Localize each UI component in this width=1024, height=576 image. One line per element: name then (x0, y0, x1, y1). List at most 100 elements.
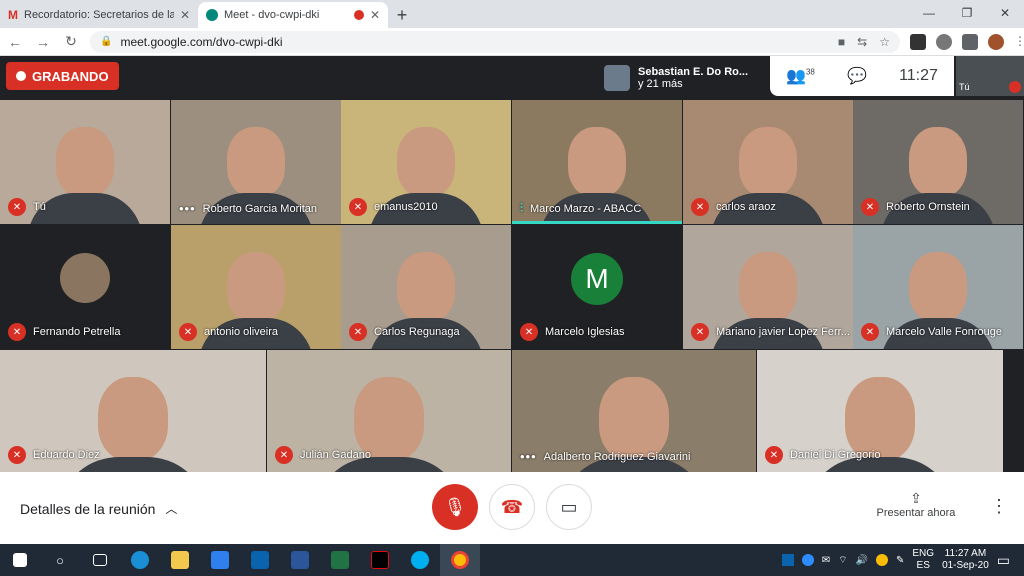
present-now-button[interactable]: ⇪ Presentar ahora (872, 490, 960, 519)
mic-off-icon: ✕ (691, 198, 709, 216)
puzzle-icon[interactable] (962, 33, 978, 50)
self-view[interactable]: Tú (956, 56, 1024, 96)
tab-meet[interactable]: Meet - dvo-cwpi-dki ✕ (198, 2, 388, 28)
windows-start-icon[interactable] (0, 544, 40, 576)
participant-tile[interactable]: ✕ emanus2010 (341, 100, 511, 224)
chrome-tray-icon[interactable] (876, 554, 888, 566)
network-icon[interactable]: ⌔ (838, 554, 847, 567)
participant-tile[interactable]: M ✕ Marcelo Iglesias (512, 225, 682, 349)
skype-icon[interactable] (400, 544, 440, 576)
translate-icon[interactable]: ⇆ (857, 35, 867, 49)
camera-toggle-button[interactable]: ▭ (546, 484, 592, 530)
volume-icon[interactable]: 🔊 (856, 555, 868, 566)
zoom-tray-icon[interactable] (801, 554, 814, 566)
participant-name: Carlos Regunaga (374, 326, 460, 338)
clock-date: 01-Sep-20 (942, 560, 989, 571)
language-indicator[interactable]: ENG ES (912, 548, 934, 572)
participant-tile[interactable]: ✕ Fernando Petrella (0, 225, 170, 349)
back-icon[interactable]: ← (6, 34, 24, 50)
mic-off-icon: ✕ (349, 323, 367, 341)
menu-icon[interactable]: ⋮ (1014, 34, 1024, 50)
present-label: Presentar ahora (876, 507, 956, 519)
forward-icon[interactable]: → (34, 34, 52, 50)
url-text: meet.google.com/dvo-cwpi-dki (120, 34, 283, 49)
tab-gmail[interactable]: M Recordatorio: Secretarios de la A ✕ (0, 2, 198, 28)
outlook-icon[interactable] (240, 544, 280, 576)
participant-tile[interactable]: ✕ Carlos Regunaga (341, 225, 511, 349)
participant-name: Marcelo Valle Fonrouge (886, 326, 1002, 338)
participant-tile[interactable]: ✕ Daniel Di Gregorio (757, 350, 1003, 472)
windows-taskbar: ○ ✉ ⌔ 🔊 ✎ ENG ES 11:27 AM 01-Sep-20 ▭ (0, 544, 1024, 576)
new-tab-button[interactable]: + (388, 2, 416, 28)
participant-face (227, 252, 285, 322)
hangup-icon: ☎ (500, 496, 524, 517)
presenter-chip[interactable]: Sebastian E. Do Ro... y 21 más (604, 60, 768, 96)
people-button[interactable]: 👥38 (786, 66, 815, 86)
file-explorer-icon[interactable] (160, 544, 200, 576)
participant-tile[interactable]: ••• Adalberto Rodriguez Giavarini (512, 350, 756, 472)
outlook-tray-icon[interactable] (781, 554, 794, 566)
edge-icon[interactable] (120, 544, 160, 576)
maximize-button[interactable]: ❐ (948, 0, 986, 26)
camera-icon[interactable]: ■ (838, 35, 845, 49)
participant-tile[interactable]: ✕ Mariano javier Lopez Ferr... (683, 225, 853, 349)
task-view-icon[interactable] (80, 544, 120, 576)
participant-tile[interactable]: ✕ Marcelo Valle Fonrouge (853, 225, 1023, 349)
close-window-button[interactable]: ✕ (986, 0, 1024, 26)
pen-icon[interactable]: ✎ (896, 555, 904, 566)
mic-off-icon: ✕ (691, 323, 709, 341)
search-icon[interactable]: ○ (40, 544, 80, 576)
taskbar-clock[interactable]: 11:27 AM 01-Sep-20 (942, 548, 989, 572)
video-camera-icon: ▭ (560, 496, 578, 517)
avatar[interactable] (988, 33, 1004, 50)
lock-icon[interactable]: 🔒 (100, 36, 112, 47)
participant-tile[interactable]: ✕ Julián Gadano (267, 350, 511, 472)
star-icon[interactable]: ☆ (879, 35, 890, 49)
participant-name: Mariano javier Lopez Ferr... (716, 326, 850, 338)
participant-tile[interactable]: ••• Roberto Garcia Moritan (171, 100, 341, 224)
participant-tile[interactable]: ✕ carlos araoz (683, 100, 853, 224)
participant-name-row: ✕ Mariano javier Lopez Ferr... (691, 323, 850, 341)
participant-name: Tú (33, 201, 46, 213)
mic-off-icon: ✕ (349, 198, 367, 216)
word-icon[interactable] (280, 544, 320, 576)
minimize-button[interactable]: — (910, 0, 948, 26)
participant-tile[interactable]: ✕ Roberto Ornstein (853, 100, 1023, 224)
meet-topbar: GRABANDO Sebastian E. Do Ro... y 21 más … (0, 56, 1024, 100)
chrome-icon[interactable] (440, 544, 480, 576)
participant-name: Marco Marzo - ABACC (530, 202, 642, 215)
self-label: Tú (959, 82, 970, 92)
notifications-icon[interactable]: ▭ (997, 552, 1010, 569)
reload-icon[interactable]: ↻ (62, 33, 80, 50)
extension-icon[interactable] (910, 33, 926, 50)
close-tab-icon[interactable]: ✕ (370, 8, 380, 22)
more-options-icon[interactable]: ⋮ (990, 496, 1008, 517)
participant-name-row: ✕ Eduardo Diez (8, 446, 100, 464)
excel-icon[interactable] (320, 544, 360, 576)
participant-tile[interactable]: ⫶ Marco Marzo - ABACC (512, 100, 682, 224)
leave-call-button[interactable]: ☎ (489, 484, 535, 530)
participant-tile[interactable]: ✕ Eduardo Diez (0, 350, 266, 472)
active-speaker-bar (512, 221, 682, 224)
address-bar[interactable]: 🔒 meet.google.com/dvo-cwpi-dki ■ ⇆ ☆ (90, 30, 900, 53)
netflix-icon[interactable] (360, 544, 400, 576)
mic-off-icon: 🎙 (443, 496, 467, 517)
mic-off-icon (1009, 81, 1021, 93)
store-icon[interactable] (200, 544, 240, 576)
participant-face (739, 252, 797, 322)
details-label: Detalles de la reunión (20, 500, 156, 517)
participant-tile[interactable]: ✕ antonio oliveira (171, 225, 341, 349)
participant-tile[interactable]: ✕ Tú (0, 100, 170, 224)
chat-icon[interactable]: 💬 (847, 66, 867, 86)
meeting-details-button[interactable]: Detalles de la reunión ︿ (20, 500, 177, 517)
participant-face (397, 127, 455, 197)
participant-name-row: ••• Roberto Garcia Moritan (179, 201, 317, 216)
participant-name-row: ⫶ Marco Marzo - ABACC (520, 201, 641, 216)
participant-name-row: ✕ Roberto Ornstein (861, 198, 970, 216)
close-tab-icon[interactable]: ✕ (180, 8, 190, 22)
participant-name-row: ✕ Marcelo Valle Fonrouge (861, 323, 1002, 341)
mail-tray-icon[interactable]: ✉ (822, 555, 830, 566)
extension-icon[interactable] (936, 33, 952, 50)
mic-toggle-button[interactable]: 🎙 (432, 484, 478, 530)
speaking-icon: ⫶ (520, 201, 524, 215)
